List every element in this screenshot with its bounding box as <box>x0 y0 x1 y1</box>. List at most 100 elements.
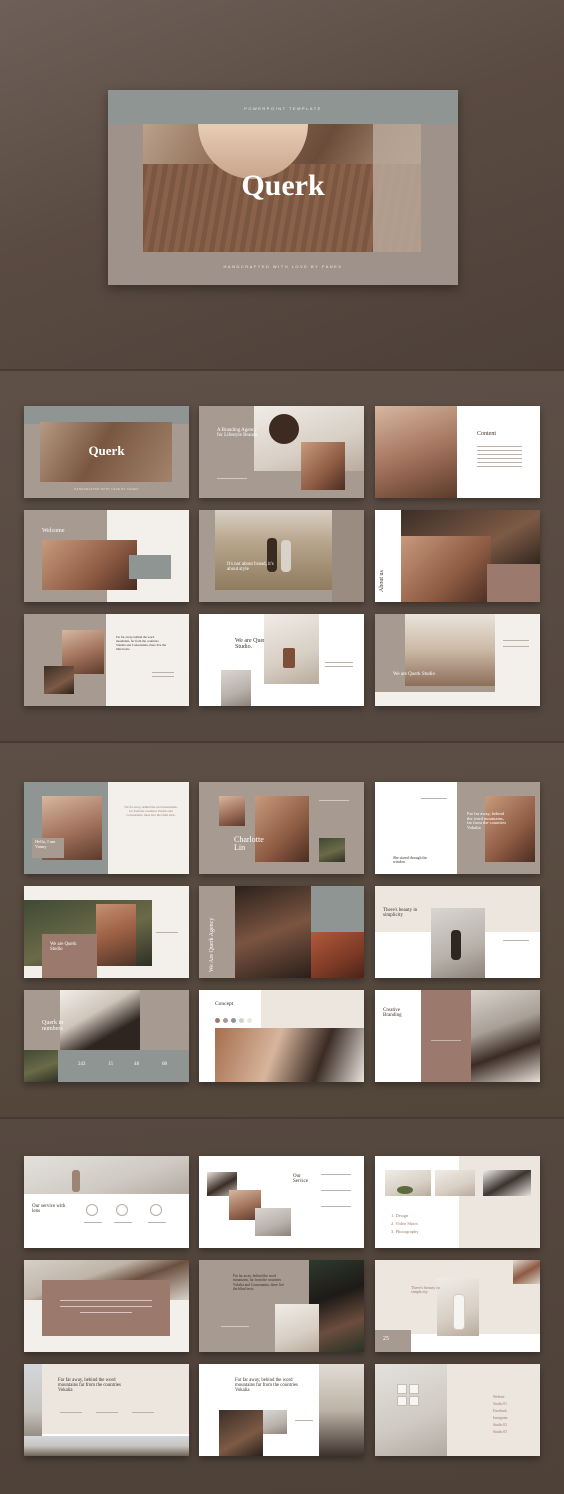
color-swatch <box>247 1018 252 1023</box>
slide-2-3[interactable]: Far far away, behind the word mountains,… <box>375 782 540 874</box>
stat-value: 68 <box>162 1062 167 1067</box>
slide-photo-small <box>319 838 345 862</box>
slide-2-1[interactable]: Hello, I am Vanny Far far away, behind t… <box>24 782 189 874</box>
slide-2-2[interactable]: Charlotte Lin <box>199 782 364 874</box>
slide-photo-small <box>513 1260 540 1284</box>
slide-photo-figure <box>72 1170 80 1192</box>
slide-photo-small <box>311 932 364 978</box>
text-line <box>148 1222 166 1223</box>
slide-3-1[interactable]: Our service with lens <box>24 1156 189 1248</box>
slide-photo-figure <box>453 1294 465 1330</box>
slide-1-3[interactable]: Content <box>375 406 540 498</box>
social-link: Instagram <box>493 1416 508 1420</box>
hero-slide[interactable]: POWERPOINT TEMPLATE Querk HANDCRAFTED WI… <box>108 90 458 285</box>
text-line <box>431 1040 461 1041</box>
camera-icon <box>150 1204 162 1216</box>
slide-photo <box>24 1436 189 1456</box>
slide-heading: Far far away, behind the word mountains,… <box>467 811 507 831</box>
text-line <box>96 1412 118 1413</box>
slide-1-6[interactable]: About us <box>375 510 540 602</box>
slide-photo-plant <box>397 1186 413 1194</box>
slide-photo <box>42 540 137 590</box>
slide-2-5[interactable]: We Are Querk Agency <box>199 886 364 978</box>
slide-heading: Hello, I am Vanny <box>35 839 56 849</box>
text-line <box>217 478 247 479</box>
social-link: Website <box>493 1395 505 1399</box>
slide-2-9[interactable]: Creative Branding <box>375 990 540 1082</box>
slide-photo <box>24 1156 189 1194</box>
slide-heading: Querk in numbers <box>42 1020 64 1033</box>
text-line <box>132 1412 154 1413</box>
slide-1-2[interactable]: A Branding Agency for Lifestyle Brands <box>199 406 364 498</box>
color-swatch <box>239 1018 244 1023</box>
slide-3-2[interactable]: Our Service <box>199 1156 364 1248</box>
content-line <box>477 462 522 463</box>
slide-photo-small <box>44 666 74 694</box>
camera-icon <box>86 1204 98 1216</box>
slide-heading: Our service with lens <box>32 1204 66 1215</box>
stat-value: 15 <box>108 1062 113 1067</box>
slide-heading: We are Querk Studio <box>50 942 77 953</box>
slide-photo-window <box>409 1396 419 1406</box>
slide-photo-glass <box>283 648 295 668</box>
slide-3-7[interactable]: Far far away, behind the word mountains … <box>24 1364 189 1456</box>
slide-photo-small <box>435 1170 475 1196</box>
slide-3-8[interactable]: Far far away, behind the word mountains … <box>199 1364 364 1456</box>
text-line <box>295 1420 313 1421</box>
slide-3-4[interactable] <box>24 1260 189 1352</box>
slide-color-block <box>421 990 471 1082</box>
slide-photo-figure <box>281 540 291 572</box>
slide-photo <box>319 1364 364 1456</box>
slide-heading: Content <box>477 431 496 437</box>
slide-1-7[interactable]: Far far away, behind the word mountains,… <box>24 614 189 706</box>
social-link: Facebook <box>493 1409 507 1413</box>
slide-1-9[interactable]: We are Querk Studio <box>375 614 540 706</box>
content-line <box>477 446 522 447</box>
slide-photo-window <box>409 1384 419 1394</box>
slide-3-3[interactable]: 1. Design 2. Video Shoot 3. Photography <box>375 1156 540 1248</box>
slide-title: Querk <box>88 443 125 458</box>
band-divider <box>0 369 564 371</box>
text-line <box>321 1206 351 1207</box>
slide-3-9[interactable]: Website Studio 01 Facebook Instagram Stu… <box>375 1364 540 1456</box>
text-line <box>80 1312 132 1313</box>
text-line <box>503 646 529 647</box>
slide-color-block <box>42 934 97 978</box>
slide-3-6[interactable]: There's beauty in simplicity 25 <box>375 1260 540 1352</box>
text-line <box>60 1306 152 1307</box>
camera-icon <box>116 1204 128 1216</box>
slide-1-5[interactable]: It's not about brand, it's about style <box>199 510 364 602</box>
slide-color-block <box>487 564 540 602</box>
slide-1-4[interactable]: Welcome <box>24 510 189 602</box>
hero-top-label: POWERPOINT TEMPLATE <box>244 106 322 111</box>
slide-2-7[interactable]: Querk in numbers 243 15 48 68 <box>24 990 189 1082</box>
slide-3-5[interactable]: Far far away, behind the word mountains,… <box>199 1260 364 1352</box>
slide-2-4[interactable]: We are Querk Studio <box>24 886 189 978</box>
content-line <box>477 454 522 455</box>
slide-color-block <box>24 1364 189 1434</box>
text-line <box>503 940 529 941</box>
service-item: 2. Video Shoot <box>391 1221 418 1226</box>
text-line <box>503 640 529 641</box>
slide-photo-small <box>219 796 245 826</box>
slide-heading: We Are Querk Agency <box>209 917 215 972</box>
text-line <box>156 932 178 933</box>
slide-number: 25 <box>383 1336 389 1342</box>
slide-photo-small <box>483 1170 531 1196</box>
slide-2-6[interactable]: There's beauty in simplicity <box>375 886 540 978</box>
text-line <box>221 1326 249 1327</box>
slide-1-8[interactable]: We are Querk Studio. <box>199 614 364 706</box>
slide-1-1[interactable]: Querk HANDCRAFTED WITH LOVE BY FANEX <box>24 406 189 498</box>
slide-2-8[interactable]: Concept <box>199 990 364 1082</box>
text-line <box>321 1190 351 1191</box>
service-item: 1. Design <box>391 1213 409 1218</box>
text-line <box>114 1222 132 1223</box>
text-line <box>325 666 353 667</box>
color-swatch <box>223 1018 228 1023</box>
slide-heading: Welcome <box>42 528 65 534</box>
color-swatch <box>231 1018 236 1023</box>
slide-heading: It's not about brand, it's about style <box>227 562 274 573</box>
slide-color-block <box>332 510 364 602</box>
slide-heading: Charlotte Lin <box>234 835 264 853</box>
slide-photo-window <box>397 1396 407 1406</box>
